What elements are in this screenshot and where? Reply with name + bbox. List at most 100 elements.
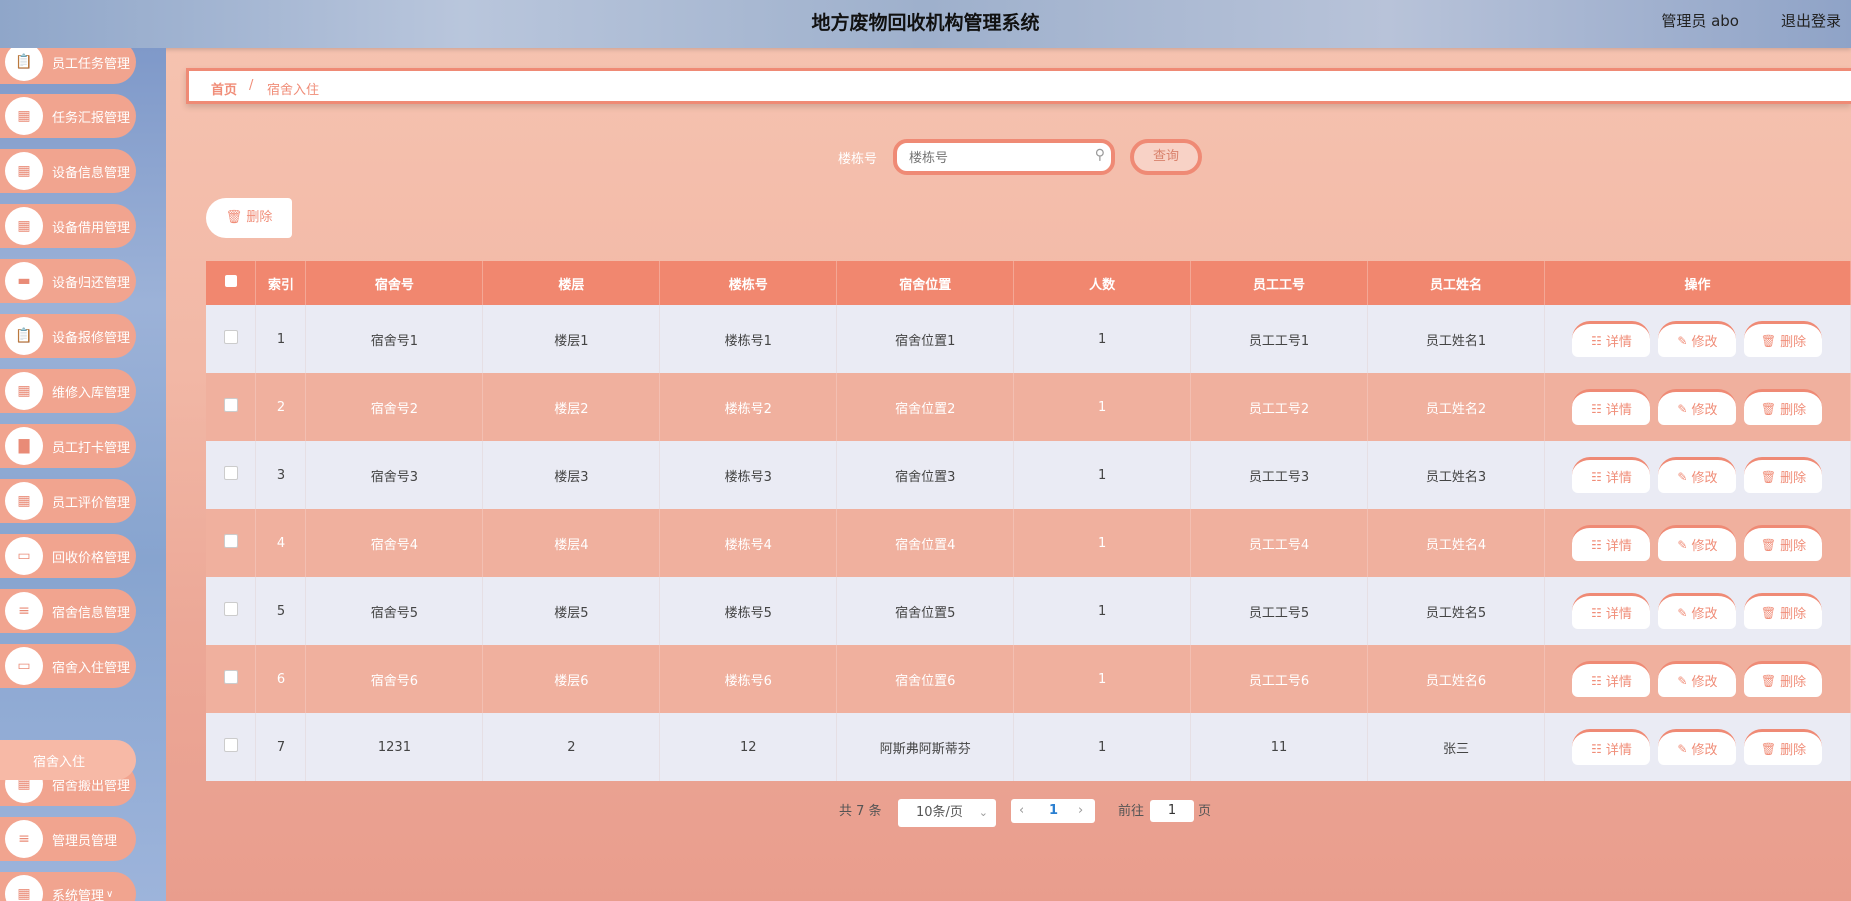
table-cell: 员工工号5	[1190, 577, 1369, 645]
sidebar-item-label: 管理员管理	[52, 833, 118, 849]
app-title: 地方废物回收机构管理系统	[811, 12, 1040, 34]
monitor-icon: ▭	[5, 537, 43, 575]
sidebar-item[interactable]: ▭ 宿舍入住管理	[0, 644, 136, 688]
table-cell: 1	[1013, 305, 1192, 373]
table-cell: 12	[659, 713, 838, 781]
detail-button[interactable]: ☷ 详情	[1572, 593, 1651, 629]
sidebar-item[interactable]: ▦ 维修入库管理	[0, 369, 136, 413]
sidebar-item[interactable]: ▬ 设备归还管理	[0, 259, 136, 303]
detail-button[interactable]: ☷ 详情	[1572, 661, 1651, 697]
sidebar-subitem-dorm-checkin[interactable]: 宿舍入住	[0, 740, 136, 780]
table-cell: 楼栋号5	[659, 577, 838, 645]
edit-button-label: 修改	[1691, 675, 1718, 690]
data-table: 索引 宿舍号 楼层 楼栋号 宿舍位置 人数 员工工号 员工姓名 操作 1 宿舍号1 楼层1 楼栋号1 宿…	[206, 261, 1851, 781]
page-number-current[interactable]: 1	[1049, 799, 1058, 823]
page-size-value: 10条/页	[916, 805, 963, 820]
batch-delete-button[interactable]: 🗑 删除	[206, 198, 292, 238]
table-cell: 楼层6	[482, 645, 661, 713]
table-cell: 1	[1013, 713, 1192, 781]
current-user: 管理员 abo	[1661, 12, 1739, 30]
chevron-down-icon: ∨	[106, 888, 114, 900]
row-checkbox[interactable]	[223, 330, 238, 344]
edit-button[interactable]: ✎ 修改	[1658, 321, 1737, 357]
row-checkbox[interactable]	[223, 602, 238, 616]
delete-button-label: 删除	[1780, 675, 1807, 690]
delete-button[interactable]: 🗑 删除	[1744, 661, 1823, 697]
document-icon: ☷	[1591, 537, 1602, 552]
page-size-select[interactable]: 10条/页 ⌄	[898, 799, 996, 827]
edit-button[interactable]: ✎ 修改	[1658, 389, 1737, 425]
grid-icon: ▦	[5, 97, 43, 135]
row-checkbox[interactable]	[223, 738, 238, 752]
logout-link[interactable]: 退出登录	[1781, 10, 1841, 31]
table-cell: 阿斯弗阿斯蒂芬	[836, 713, 1015, 781]
document-icon: ☷	[1591, 673, 1602, 688]
sidebar-item[interactable]: ▇ 员工打卡管理	[0, 424, 136, 468]
chart-icon: ▇	[5, 427, 43, 465]
delete-button[interactable]: 🗑 删除	[1744, 525, 1823, 561]
sidebar-item[interactable]: ▦ 任务汇报管理	[0, 94, 136, 138]
pencil-icon: ✎	[1677, 605, 1688, 620]
column-header: 楼栋号	[659, 261, 838, 305]
goto-prefix: 前往	[1118, 804, 1145, 819]
edit-button[interactable]: ✎ 修改	[1658, 457, 1737, 493]
sidebar-item[interactable]: ▦ 系统管理 ∨	[0, 872, 136, 901]
column-header: 宿舍位置	[836, 261, 1015, 305]
search-button[interactable]: 查询	[1130, 139, 1202, 175]
sidebar-item[interactable]: ▭ 回收价格管理	[0, 534, 136, 578]
table-cell: 1231	[305, 713, 484, 781]
delete-button[interactable]: 🗑 删除	[1744, 389, 1823, 425]
breadcrumb-home[interactable]: 首页	[211, 79, 237, 98]
row-select-cell	[206, 441, 257, 509]
row-checkbox[interactable]	[223, 670, 238, 684]
row-actions: ☷ 详情 ✎ 修改 🗑 删除	[1544, 305, 1851, 373]
detail-button[interactable]: ☷ 详情	[1572, 525, 1651, 561]
row-checkbox[interactable]	[223, 534, 238, 548]
detail-button[interactable]: ☷ 详情	[1572, 729, 1651, 765]
sidebar-item[interactable]: ▦ 设备信息管理	[0, 149, 136, 193]
pencil-icon: ✎	[1677, 401, 1688, 416]
select-all-checkbox[interactable]	[224, 275, 237, 287]
document-icon: ☷	[1591, 333, 1602, 348]
message-icon: ▬	[5, 262, 43, 300]
sidebar-item[interactable]: ▦ 员工评价管理	[0, 479, 136, 523]
table-cell: 2	[482, 713, 661, 781]
row-checkbox[interactable]	[223, 466, 238, 480]
delete-button[interactable]: 🗑 删除	[1744, 321, 1823, 357]
detail-button[interactable]: ☷ 详情	[1572, 321, 1651, 357]
edit-button[interactable]: ✎ 修改	[1658, 593, 1737, 629]
next-page-icon[interactable]: ›	[1078, 799, 1083, 823]
detail-button[interactable]: ☷ 详情	[1572, 389, 1651, 425]
pagination-total: 共 7 条	[839, 804, 882, 819]
delete-button-label: 删除	[1780, 335, 1807, 350]
sidebar-item[interactable]: 📋 设备报修管理	[0, 314, 136, 358]
trash-icon: 🗑	[1760, 333, 1777, 348]
delete-button-label: 删除	[1780, 607, 1807, 622]
table-cell: 楼栋号1	[659, 305, 838, 373]
detail-button-label: 详情	[1605, 539, 1632, 554]
sidebar-item[interactable]: 📋 员工任务管理	[0, 48, 136, 84]
sidebar-item-label: 回收价格管理	[52, 550, 131, 566]
breadcrumb-current: 宿舍入住	[267, 83, 320, 98]
sidebar-subitem-label: 宿舍入住	[33, 755, 86, 770]
sidebar-item[interactable]: ▦ 设备借用管理	[0, 204, 136, 248]
row-checkbox[interactable]	[223, 398, 238, 412]
delete-button[interactable]: 🗑 删除	[1744, 593, 1823, 629]
table-cell: 楼层5	[482, 577, 661, 645]
edit-button[interactable]: ✎ 修改	[1658, 661, 1737, 697]
grid-icon: ▦	[5, 875, 43, 901]
sidebar-item[interactable]: ≡ 宿舍信息管理	[0, 589, 136, 633]
sidebar-item[interactable]: ≡ 管理员管理	[0, 817, 136, 861]
table-cell: 员工姓名3	[1367, 441, 1545, 509]
table-cell: 宿舍位置1	[836, 305, 1015, 373]
prev-page-icon[interactable]: ‹	[1019, 799, 1024, 823]
detail-button[interactable]: ☷ 详情	[1572, 457, 1651, 493]
edit-button[interactable]: ✎ 修改	[1658, 525, 1737, 561]
goto-page-input[interactable]: 1	[1150, 800, 1194, 822]
edit-button[interactable]: ✎ 修改	[1658, 729, 1737, 765]
table-cell: 宿舍位置2	[836, 373, 1015, 441]
search-input[interactable]	[907, 148, 1081, 168]
column-header: 员工姓名	[1367, 261, 1545, 305]
delete-button[interactable]: 🗑 删除	[1744, 457, 1823, 493]
delete-button[interactable]: 🗑 删除	[1744, 729, 1823, 765]
